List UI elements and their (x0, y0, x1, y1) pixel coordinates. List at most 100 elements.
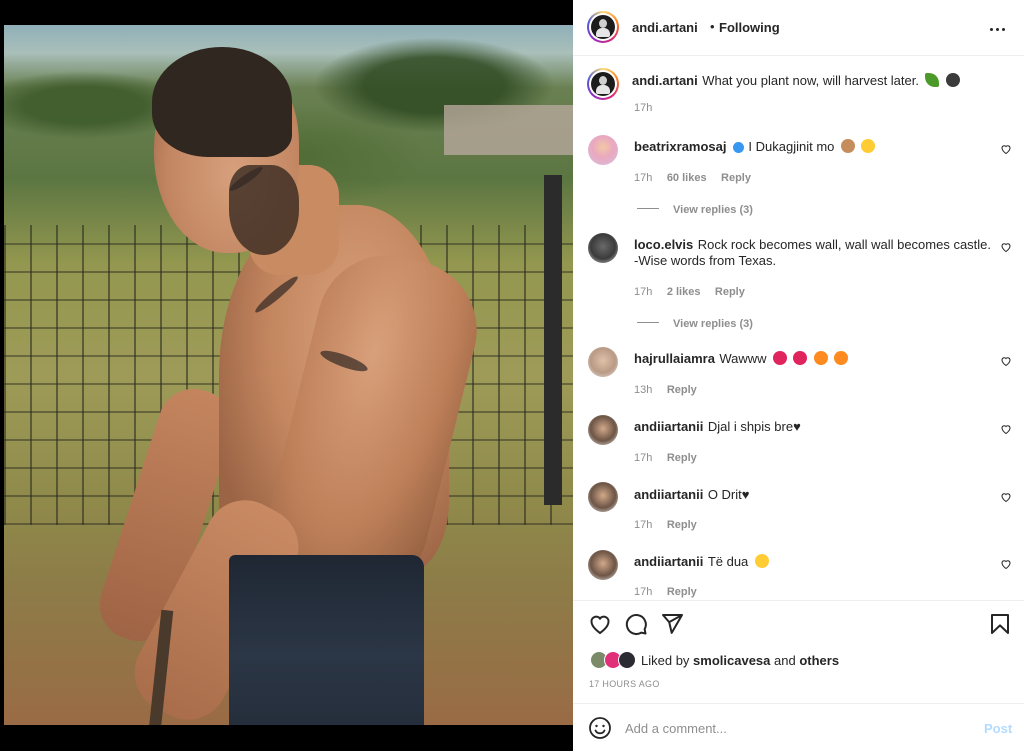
comment-meta: 13h Reply (634, 380, 697, 398)
emoji-icon[interactable] (588, 716, 612, 740)
comment-avatar[interactable] (588, 347, 618, 377)
comment-text: Të dua (707, 554, 749, 569)
liked-by-avatars[interactable] (590, 651, 640, 669)
actions-divider (573, 600, 1024, 601)
caption-avatar[interactable] (587, 68, 619, 100)
post-photo[interactable] (4, 25, 573, 725)
caption-text: What you plant now, will harvest later. (702, 73, 919, 88)
comment-time: 17h (634, 286, 653, 298)
comment-text: Wawww (719, 351, 767, 366)
liked-by-prefix: Liked by (641, 653, 690, 668)
comment-like-heart-icon[interactable] (1000, 423, 1012, 435)
comment-reply-button[interactable]: Reply (715, 286, 745, 298)
comment-reply-button[interactable]: Reply (667, 452, 697, 464)
comment-body: andiiartanii O Drit♥ (634, 486, 749, 504)
caption-time: 17h (634, 102, 653, 114)
post-image-pane (0, 0, 573, 751)
comment-body: loco.elvis Rock rock becomes wall, wall … (634, 236, 991, 254)
red-heart-emoji-icon (773, 351, 788, 365)
author-username[interactable]: andi.artani (632, 20, 698, 35)
author-avatar[interactable] (587, 11, 619, 43)
liked-by-others[interactable]: others (799, 653, 839, 668)
dot-separator: • (710, 19, 715, 34)
red-heart-emoji-icon (793, 351, 808, 365)
comment-reply-button[interactable]: Reply (667, 586, 697, 598)
black-heart-emoji-icon: ♥ (793, 419, 801, 434)
comment-reply-button[interactable]: Reply (667, 384, 697, 396)
share-icon[interactable] (660, 612, 684, 636)
face-blowing-kiss-emoji-icon (754, 554, 769, 568)
comment-body: beatrixramosaj I Dukagjinit mo (634, 138, 876, 156)
comment-text: O Drit (707, 487, 742, 502)
photo-fence-post (544, 175, 562, 505)
post-side-panel: andi.artani • Following andi.artani What… (573, 0, 1024, 751)
grinning-face-emoji-icon (861, 139, 876, 153)
fire-emoji-icon (834, 351, 849, 365)
comment-time: 17h (634, 519, 653, 531)
post-comment-button[interactable]: Post (984, 721, 1012, 736)
comment-username[interactable]: loco.elvis (634, 237, 693, 252)
comment-username[interactable]: andiiartanii (634, 487, 703, 502)
comment-body: andiiartanii Të dua (634, 553, 769, 571)
comment-time: 17h (634, 586, 653, 598)
liker-avatar (618, 651, 636, 669)
bookmark-icon[interactable] (988, 612, 1012, 636)
more-options-icon[interactable] (988, 18, 1006, 34)
black-heart-emoji-icon: ♥ (741, 487, 750, 502)
comment-time: 17h (634, 172, 653, 184)
view-replies-button[interactable]: View replies (3) (637, 200, 753, 218)
comment-reply-button[interactable]: Reply (667, 519, 697, 531)
comment-like-heart-icon[interactable] (1000, 558, 1012, 570)
post-timestamp[interactable]: 17 HOURS AGO (589, 679, 660, 689)
post-header: andi.artani • Following (573, 0, 1024, 56)
comment-likes[interactable]: 60 likes (667, 172, 707, 184)
comment-icon[interactable] (624, 612, 648, 636)
comment-like-heart-icon[interactable] (1000, 491, 1012, 503)
comment-time: 17h (634, 452, 653, 464)
comment-meta: 17h 2 likes Reply (634, 282, 745, 300)
view-replies-label: View replies (3) (673, 204, 753, 216)
leaf-emoji-icon (925, 73, 940, 87)
comment-text: I Dukagjinit mo (748, 139, 835, 154)
comment-username[interactable]: andiiartanii (634, 554, 703, 569)
liked-by-text: Liked by smolicavesa and others (641, 653, 839, 668)
comment-body: andiiartanii Djal i shpis bre♥ (634, 418, 801, 436)
comment-meta: 17h Reply (634, 448, 697, 466)
comment-username[interactable]: beatrixramosaj (634, 139, 727, 154)
caption: andi.artani What you plant now, will har… (632, 72, 960, 90)
comment-avatar[interactable] (588, 135, 618, 165)
comment-avatar[interactable] (588, 550, 618, 580)
view-replies-label: View replies (3) (673, 318, 753, 330)
comment-username[interactable]: hajrullaiamra (634, 351, 715, 366)
comment-avatar[interactable] (588, 415, 618, 445)
photo-hair (152, 47, 292, 157)
composer-divider (573, 703, 1024, 704)
view-replies-button[interactable]: View replies (3) (637, 314, 753, 332)
following-button[interactable]: Following (719, 20, 780, 35)
comment-meta: 17h Reply (634, 582, 697, 600)
gorilla-emoji-icon (945, 73, 960, 87)
comment-like-heart-icon[interactable] (1000, 241, 1012, 253)
comment-avatar[interactable] (588, 233, 618, 263)
liked-by-username[interactable]: smolicavesa (693, 653, 770, 668)
photo-background-house (444, 105, 573, 155)
verified-badge-icon (732, 142, 744, 153)
comment-time: 13h (634, 384, 653, 396)
heart-icon[interactable] (588, 612, 612, 636)
comment-text-line-2: -Wise words from Texas. (634, 253, 777, 268)
comment-reply-button[interactable]: Reply (721, 172, 751, 184)
comment-body: hajrullaiamra Wawww (634, 350, 849, 368)
liked-by-and: and (774, 653, 796, 668)
comment-username[interactable]: andiiartanii (634, 419, 703, 434)
comment-avatar[interactable] (588, 482, 618, 512)
comment-likes[interactable]: 2 likes (667, 286, 701, 298)
comment-like-heart-icon[interactable] (1000, 355, 1012, 367)
flexed-biceps-emoji-icon (840, 139, 855, 153)
comment-input[interactable]: Add a comment... (625, 721, 965, 736)
caption-username[interactable]: andi.artani (632, 73, 698, 88)
fire-emoji-icon (813, 351, 828, 365)
comment-like-heart-icon[interactable] (1000, 143, 1012, 155)
comment-meta: 17h 60 likes Reply (634, 168, 751, 186)
photo-jeans (229, 555, 424, 725)
comment-text: Djal i shpis bre (707, 419, 794, 434)
